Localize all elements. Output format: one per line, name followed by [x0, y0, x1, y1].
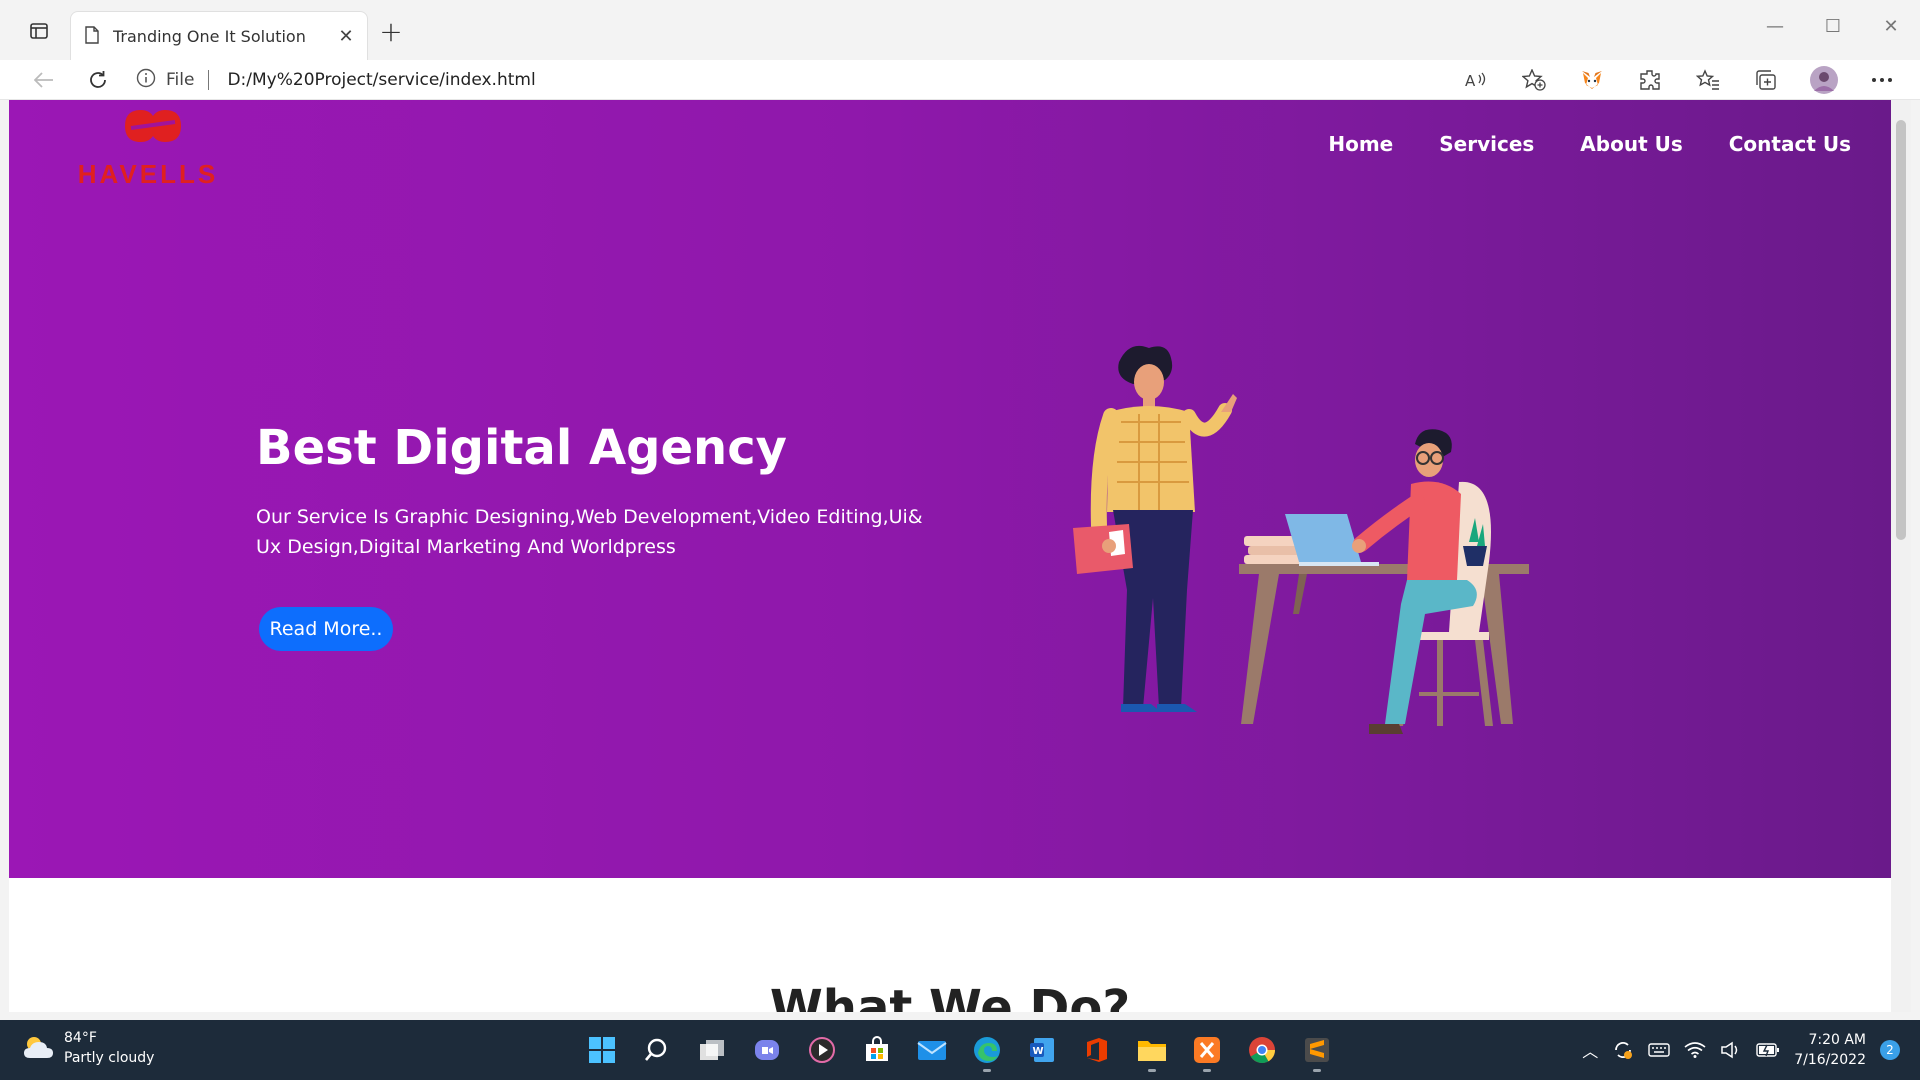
toolbar-icons: A: [1456, 64, 1902, 96]
teams-chat-icon: [755, 1040, 779, 1060]
chrome-icon: [1249, 1037, 1276, 1064]
running-indicator: [1313, 1069, 1321, 1072]
clock-time: 7:20 AM: [1808, 1032, 1866, 1048]
edge-icon: [974, 1037, 1000, 1063]
battery-icon[interactable]: [1756, 1042, 1780, 1058]
windows-start-icon: [589, 1037, 615, 1063]
browser-tab-bar: Tranding One It Solution ✕ + — ☐ ✕: [0, 0, 1920, 61]
weather-description: Partly cloudy: [64, 1050, 155, 1066]
start-button[interactable]: [580, 1028, 624, 1072]
metamask-extension-icon[interactable]: [1572, 64, 1612, 96]
address-bar[interactable]: File D:/My%20Project/service/index.html: [136, 62, 1556, 98]
back-icon[interactable]: [26, 64, 62, 96]
system-tray: ︿ 7:20 AM 7/16/2022 2: [1582, 1028, 1900, 1072]
nav-contact-us[interactable]: Contact Us: [1729, 132, 1851, 156]
brand-logo[interactable]: HAVELLS: [53, 106, 243, 189]
task-view-icon: [700, 1040, 724, 1060]
minimize-button[interactable]: —: [1746, 8, 1804, 44]
clock[interactable]: 7:20 AM 7/16/2022: [1794, 1030, 1866, 1070]
file-explorer-button[interactable]: [1130, 1028, 1174, 1072]
more-icon[interactable]: [1862, 64, 1902, 96]
info-icon[interactable]: [136, 68, 156, 92]
running-indicator: [1148, 1069, 1156, 1072]
xampp-icon: [1194, 1037, 1220, 1063]
hero-description: Our Service Is Graphic Designing,Web Dev…: [256, 506, 923, 558]
read-more-button[interactable]: Read More..: [259, 607, 393, 651]
chevron-up-icon[interactable]: ︿: [1582, 1038, 1598, 1062]
tab-title: Tranding One It Solution: [113, 27, 306, 46]
folder-icon: [1138, 1041, 1166, 1061]
browser-tab[interactable]: Tranding One It Solution ✕: [70, 11, 368, 61]
task-view-button[interactable]: [690, 1028, 734, 1072]
sync-icon[interactable]: [1612, 1039, 1634, 1061]
section-title: What We Do?: [769, 980, 1131, 1012]
page-icon: [85, 25, 99, 48]
teams-chat-button[interactable]: [745, 1028, 789, 1072]
taskbar: 84°F Partly cloudy W ︿ 7:20 AM 7/16/2022…: [0, 1020, 1920, 1080]
refresh-icon[interactable]: [80, 64, 116, 96]
seated-man-illustration: [1352, 429, 1493, 734]
nav-home[interactable]: Home: [1328, 132, 1393, 156]
svg-text:A: A: [1465, 72, 1476, 89]
window-controls: — ☐ ✕: [1746, 8, 1920, 44]
window-close-button[interactable]: ✕: [1862, 8, 1920, 44]
address-divider: [208, 70, 210, 90]
collections-icon[interactable]: [1746, 64, 1786, 96]
new-tab-icon[interactable]: +: [376, 15, 406, 48]
office-button[interactable]: [1075, 1028, 1119, 1072]
address-scheme-label: File: [166, 70, 195, 90]
close-icon[interactable]: ✕: [331, 22, 361, 52]
page-viewport: HAVELLS Home Services About Us Contact U…: [9, 100, 1891, 1012]
read-aloud-icon[interactable]: A: [1456, 64, 1496, 96]
keyboard-icon[interactable]: [1648, 1042, 1670, 1058]
main-nav: Home Services About Us Contact Us: [1328, 132, 1851, 156]
office-illustration: [1073, 345, 1529, 734]
weather-temperature: 84°F: [64, 1030, 97, 1046]
running-indicator: [1203, 1069, 1211, 1072]
profile-avatar[interactable]: [1804, 64, 1844, 96]
page-scrollbar[interactable]: [1891, 100, 1911, 1012]
microsoft-store-icon: [866, 1036, 888, 1061]
tab-actions-icon[interactable]: [22, 18, 56, 44]
browser-toolbar: File D:/My%20Project/service/index.html …: [0, 60, 1920, 100]
partly-cloudy-icon: [24, 1037, 53, 1058]
weather-widget[interactable]: 84°F Partly cloudy: [22, 1028, 154, 1068]
media-player-button[interactable]: [800, 1028, 844, 1072]
chrome-button[interactable]: [1240, 1028, 1284, 1072]
search-button[interactable]: [635, 1028, 679, 1072]
nav-about-us[interactable]: About Us: [1580, 132, 1682, 156]
media-player-icon: [809, 1037, 835, 1063]
taskbar-apps: W: [580, 1028, 1339, 1072]
clock-date: 7/16/2022: [1794, 1052, 1866, 1068]
hero-title: Best Digital Agency: [256, 420, 787, 476]
sublime-text-icon: [1305, 1038, 1329, 1062]
add-favorite-icon[interactable]: [1514, 64, 1554, 96]
maximize-button[interactable]: ☐: [1804, 8, 1862, 44]
scrollbar-thumb[interactable]: [1896, 120, 1906, 540]
word-icon: W: [1030, 1038, 1054, 1062]
edge-button[interactable]: [965, 1028, 1009, 1072]
xampp-button[interactable]: [1185, 1028, 1229, 1072]
office-icon: [1087, 1038, 1107, 1062]
search-icon: [645, 1038, 667, 1061]
mail-button[interactable]: [910, 1028, 954, 1072]
nav-services[interactable]: Services: [1439, 132, 1534, 156]
extensions-icon[interactable]: [1630, 64, 1670, 96]
favorites-icon[interactable]: [1688, 64, 1728, 96]
volume-icon[interactable]: [1720, 1041, 1742, 1059]
standing-man-illustration: [1073, 345, 1237, 712]
hero-section: HAVELLS Home Services About Us Contact U…: [9, 100, 1891, 878]
address-url[interactable]: D:/My%20Project/service/index.html: [227, 70, 535, 90]
word-button[interactable]: W: [1020, 1028, 1064, 1072]
svg-text:W: W: [1033, 1046, 1044, 1057]
store-button[interactable]: [855, 1028, 899, 1072]
notification-badge[interactable]: 2: [1880, 1040, 1900, 1060]
brand-name: HAVELLS: [77, 159, 219, 189]
wifi-icon[interactable]: [1684, 1041, 1706, 1059]
mail-icon: [917, 1041, 947, 1060]
running-indicator: [983, 1069, 991, 1072]
sublime-text-button[interactable]: [1295, 1028, 1339, 1072]
logo-mark-icon: [125, 110, 181, 142]
